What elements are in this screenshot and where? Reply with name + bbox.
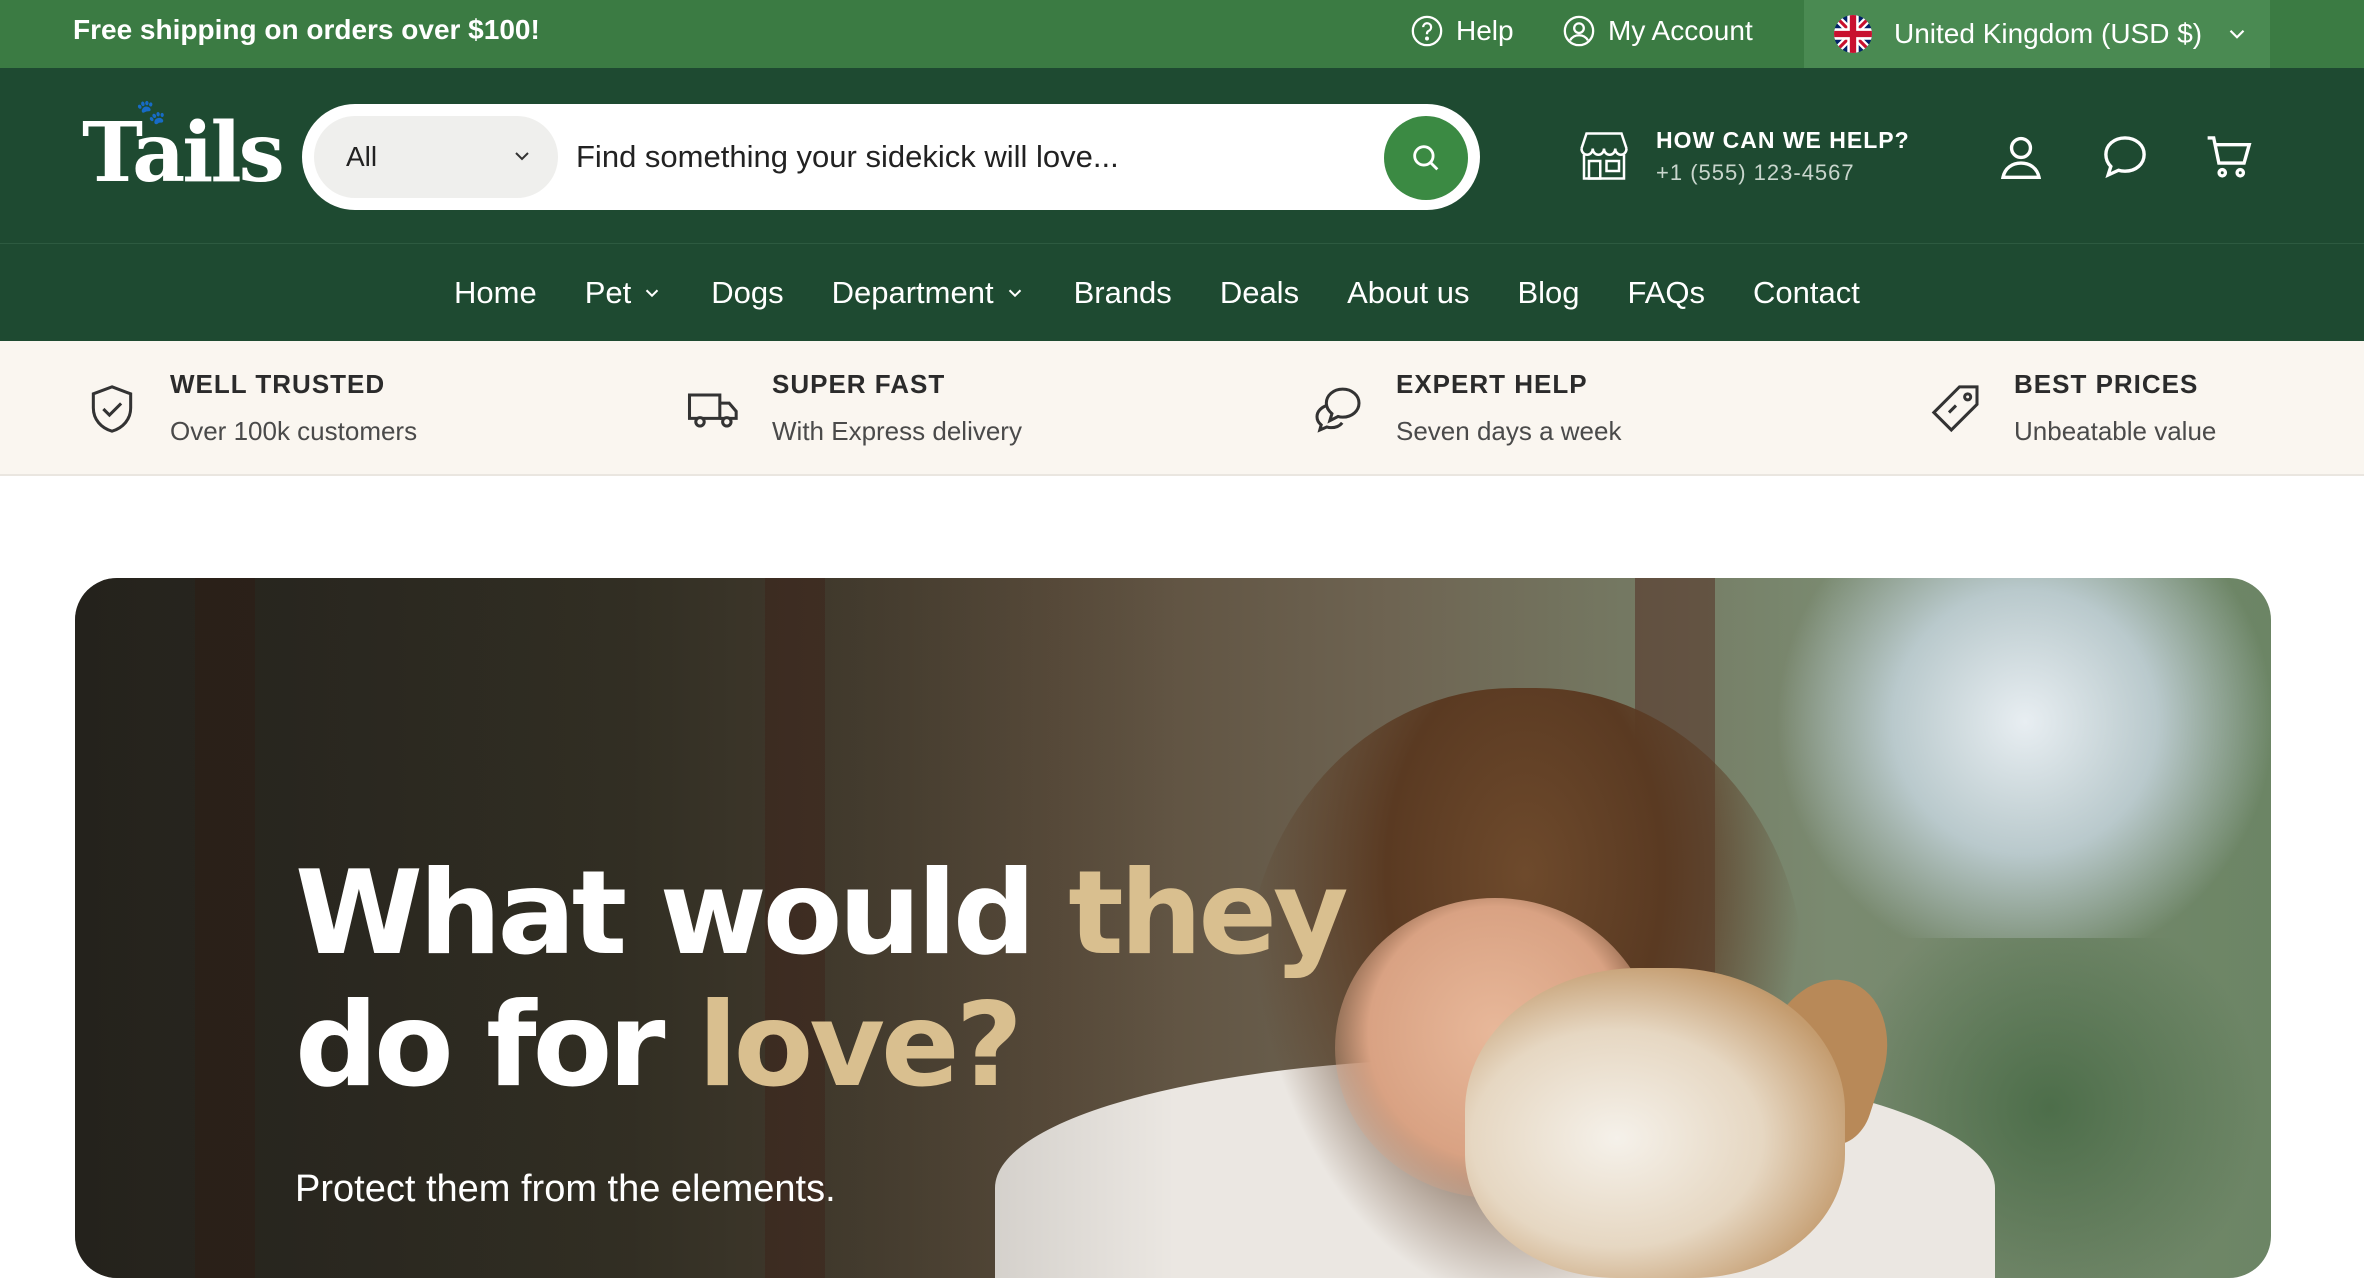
- nav-item-brands[interactable]: Brands: [1074, 275, 1172, 311]
- feature-title: SUPER FAST: [772, 369, 946, 399]
- user-circle-icon: [1563, 15, 1595, 47]
- account-button[interactable]: [1994, 130, 2048, 184]
- contact-help[interactable]: HOW CAN WE HELP? +1 (555) 123-4567: [1574, 126, 1910, 186]
- feature-best-prices: BEST PRICES Unbeatable value: [1928, 369, 2216, 447]
- feature-subtitle: Unbeatable value: [2014, 416, 2217, 446]
- nav-item-deals[interactable]: Deals: [1220, 275, 1299, 311]
- help-label: Help: [1456, 15, 1514, 46]
- help-phone: +1 (555) 123-4567: [1656, 159, 1855, 185]
- help-link[interactable]: Help: [1410, 14, 1514, 48]
- feature-subtitle: Over 100k customers: [170, 416, 418, 446]
- hero-banner[interactable]: What would they do for love? Protect the…: [75, 578, 2271, 1278]
- search-category-select[interactable]: All: [314, 116, 558, 198]
- price-tag-icon: [1931, 385, 1979, 433]
- nav-item-home[interactable]: Home: [454, 275, 537, 311]
- headline-text: do for: [295, 978, 698, 1113]
- feature-title: BEST PRICES: [2014, 369, 2199, 399]
- account-label: My Account: [1608, 15, 1753, 46]
- nav-label: About us: [1347, 275, 1470, 310]
- chevron-down-icon: [2229, 29, 2245, 39]
- search-icon: [1413, 145, 1439, 171]
- search-category-value: All: [346, 141, 378, 172]
- main-navigation: Home Pet Dogs Department Brands Deals Ab…: [0, 243, 2364, 341]
- nav-item-faqs[interactable]: FAQs: [1628, 275, 1706, 311]
- nav-item-blog[interactable]: Blog: [1517, 275, 1579, 311]
- hero-subtitle: Protect them from the elements.: [295, 1168, 836, 1210]
- feature-strip: WELL TRUSTED Over 100k customers SUPER FA…: [0, 341, 2364, 476]
- feature-well-trusted: WELL TRUSTED Over 100k customers: [84, 369, 417, 447]
- site-header: Tails 🐾 All HOW CAN WE HELP? +1 (555) 12…: [0, 68, 2364, 243]
- help-title: HOW CAN WE HELP?: [1656, 126, 1910, 153]
- hero-image-dog: [1465, 968, 1845, 1278]
- nav-label: Department: [831, 275, 994, 310]
- chevron-down-icon: [1008, 289, 1021, 298]
- nav-item-contact[interactable]: Contact: [1753, 275, 1860, 311]
- feature-subtitle: With Express delivery: [772, 416, 1022, 446]
- announcement-bar: Free shipping on orders over $100! Help …: [0, 0, 2364, 68]
- nav-label: Dogs: [711, 275, 784, 310]
- chat-bubble-icon: [2104, 136, 2146, 179]
- logo-text: Tails: [82, 105, 285, 201]
- region-selector[interactable]: United Kingdom (USD $): [1804, 0, 2270, 68]
- tails-logo[interactable]: Tails 🐾: [82, 100, 285, 195]
- nav-label: Deals: [1219, 275, 1300, 310]
- headline-accent: they: [1068, 846, 1348, 981]
- nav-label: Brands: [1073, 275, 1172, 310]
- hero-headline: What would they do for love?: [295, 846, 1349, 1113]
- help-circle-icon: [1411, 15, 1443, 47]
- storefront-icon: [1580, 132, 1628, 180]
- nav-label: Contact: [1753, 275, 1860, 310]
- chat-bubbles-icon: [1315, 387, 1361, 433]
- region-label: United Kingdom (USD $): [1894, 18, 2203, 49]
- search-button[interactable]: [1384, 116, 1468, 200]
- headline-text: What would: [295, 846, 1069, 981]
- chevron-down-icon: [646, 289, 659, 298]
- my-account-link[interactable]: My Account: [1562, 14, 1753, 48]
- user-icon: [2000, 136, 2042, 179]
- cart-icon: [2207, 136, 2252, 178]
- nav-item-pet[interactable]: Pet: [585, 275, 664, 311]
- nav-item-dogs[interactable]: Dogs: [711, 275, 783, 311]
- hero-bg-foliage: [1775, 578, 2271, 938]
- nav-label: Blog: [1517, 275, 1580, 310]
- shield-check-icon: [91, 385, 133, 433]
- nav-label: Home: [454, 275, 537, 310]
- nav-label: FAQs: [1627, 275, 1706, 310]
- feature-title: WELL TRUSTED: [170, 369, 386, 399]
- feature-super-fast: SUPER FAST With Express delivery: [686, 369, 1022, 447]
- shipping-promo: Free shipping on orders over $100!: [73, 14, 540, 45]
- chat-button[interactable]: [2098, 130, 2152, 184]
- nav-item-department[interactable]: Department: [832, 275, 1026, 311]
- search-input[interactable]: [576, 128, 1176, 186]
- feature-subtitle: Seven days a week: [1396, 416, 1622, 446]
- cart-button[interactable]: [2202, 130, 2256, 184]
- truck-icon: [687, 393, 738, 428]
- search-bar: All: [302, 104, 1480, 210]
- feature-expert-help: EXPERT HELP Seven days a week: [1310, 369, 1621, 447]
- nav-label: Pet: [584, 275, 632, 310]
- paw-icon: 🐾: [136, 97, 166, 126]
- chevron-down-icon: [515, 152, 529, 161]
- headline-accent: love?: [697, 978, 1023, 1113]
- nav-item-about-us[interactable]: About us: [1347, 275, 1469, 311]
- uk-flag-icon: [1834, 15, 1872, 53]
- feature-title: EXPERT HELP: [1396, 369, 1588, 399]
